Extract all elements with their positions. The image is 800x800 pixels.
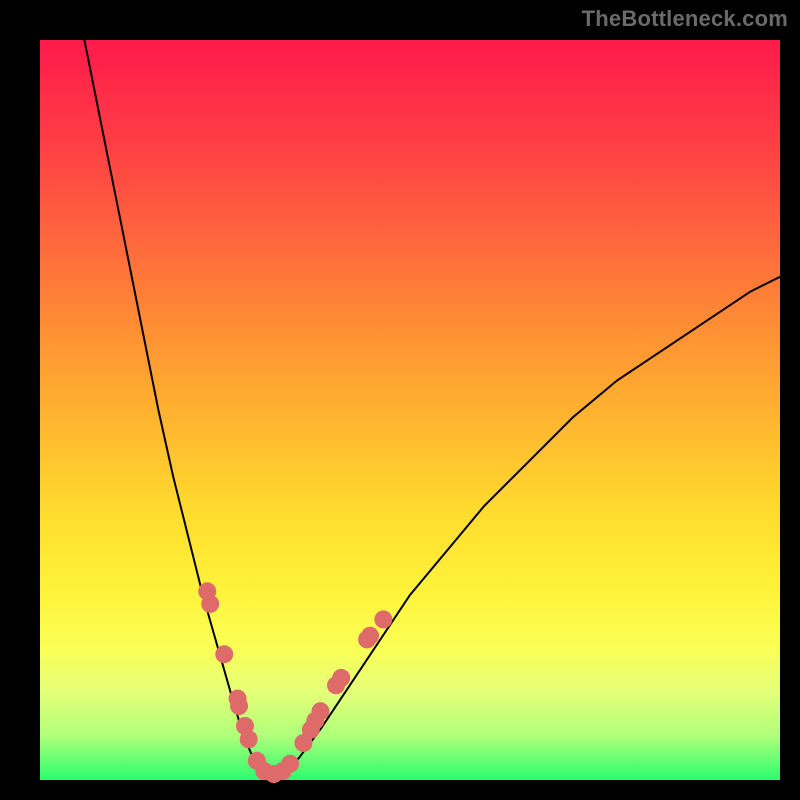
chart-svg — [40, 40, 780, 780]
plot-area — [40, 40, 780, 780]
highlight-dot — [201, 595, 219, 613]
highlight-dot — [240, 730, 258, 748]
watermark-text: TheBottleneck.com — [582, 6, 788, 32]
highlight-dot — [215, 645, 233, 663]
curve-left-branch — [84, 40, 262, 773]
highlight-dot — [374, 610, 392, 628]
highlight-dot — [332, 669, 350, 687]
highlight-dot — [361, 627, 379, 645]
highlight-dot — [281, 755, 299, 773]
highlight-dot — [230, 697, 248, 715]
chart-frame: TheBottleneck.com — [0, 0, 800, 800]
curve-right-branch — [284, 277, 780, 773]
highlight-dot — [311, 702, 329, 720]
